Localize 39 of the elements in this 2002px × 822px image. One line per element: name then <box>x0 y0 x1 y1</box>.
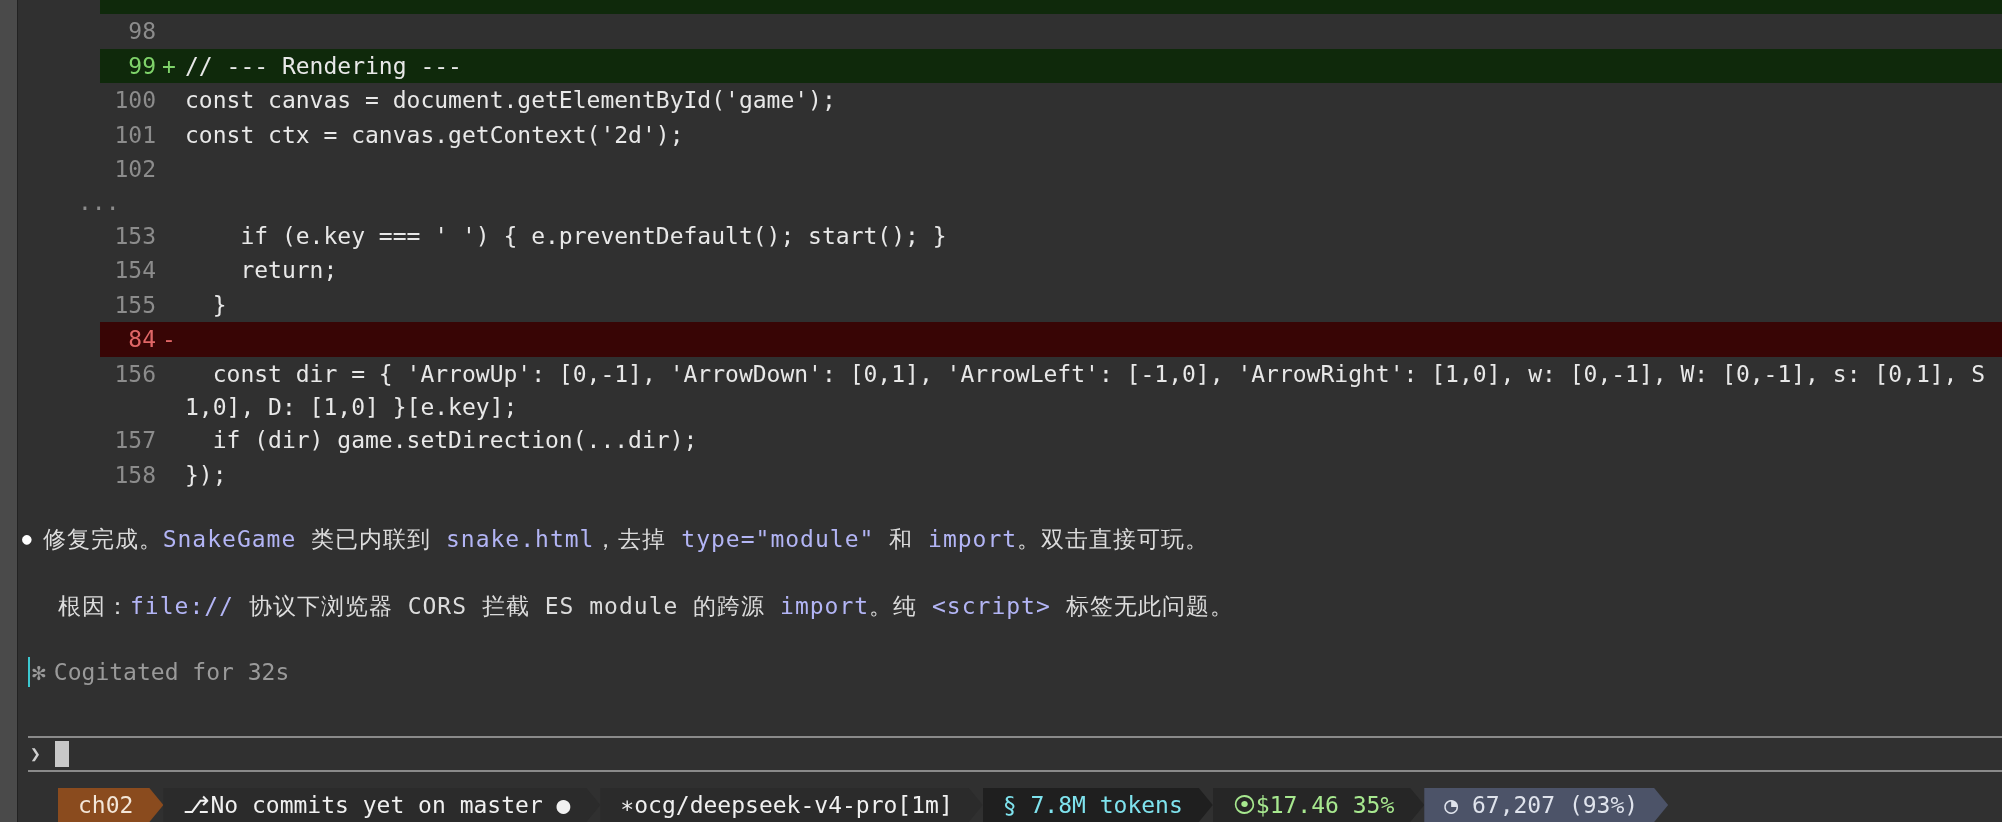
status-text: Cogitated for 32s <box>53 658 290 687</box>
code-line: }); <box>185 460 227 490</box>
collapsed-lines-marker: ... <box>78 188 120 218</box>
line-number: 158 <box>114 460 156 490</box>
text-cursor <box>28 657 30 688</box>
status-segment: ⦿$17.46 35% <box>1212 788 1425 822</box>
code-line: if (dir) game.setDirection(...dir); <box>211 426 698 455</box>
message-paragraph: 根因：file:// 协议下浏览器 CORS 拦截 ES module 的跨源 import。纯 <script> 标签无此问题。 <box>58 591 1235 621</box>
code-line: } <box>211 290 227 320</box>
input-field[interactable] <box>54 740 69 767</box>
status-segment: ◔ 67,207 (93%) <box>1424 788 1669 822</box>
message-paragraph: 修复完成。SnakeGame 类已内联到 snake.html，去掉 type="module" 和 import。双击直接可玩。 <box>42 525 1210 554</box>
diff-marker: - <box>162 326 176 352</box>
line-number: 156 <box>114 359 156 389</box>
code-line: const dir = { 'ArrowUp': [0,-1], 'ArrowDown': [0,1], 'ArrowLeft': [-1,0], 'ArrowRight': [1,0], w: [0,-1], W: [0,-1], s: [0,1], S <box>211 359 1986 389</box>
code-line: // --- Rendering --- <box>185 51 462 81</box>
spinner-symbol: ✻ <box>32 658 46 687</box>
prompt-symbol: ❯ <box>30 742 41 767</box>
line-number: 98 <box>128 17 156 46</box>
diff-marker: + <box>162 52 176 79</box>
line-number: 102 <box>114 155 156 184</box>
line-number: 155 <box>114 290 156 320</box>
code-line: if (e.key === ' ') { e.preventDefault(); start(); } <box>239 221 947 251</box>
code-line: return; <box>239 256 338 285</box>
line-number: 100 <box>114 86 156 115</box>
code-line: 1,0], D: [1,0] }[e.key]; <box>185 392 518 422</box>
status-segment: § 7.8M tokens <box>982 788 1213 822</box>
code-line: const canvas = document.getElementById('game'); <box>185 86 836 115</box>
line-number: 153 <box>114 221 156 251</box>
line-number: 84 <box>128 325 156 354</box>
line-number: 101 <box>114 120 156 150</box>
line-number: 99 <box>128 51 156 81</box>
status-segment: ⎇No commits yet on master ● <box>163 788 601 822</box>
line-number: 154 <box>114 256 156 285</box>
code-line: const ctx = canvas.getContext('2d'); <box>185 120 684 150</box>
status-segment: ∗ocg/deepseek-v4-pro[1m] <box>600 788 983 822</box>
status-segment: ch02 <box>58 788 164 822</box>
bullet-icon: ● <box>22 527 33 552</box>
line-number: 157 <box>114 426 156 455</box>
